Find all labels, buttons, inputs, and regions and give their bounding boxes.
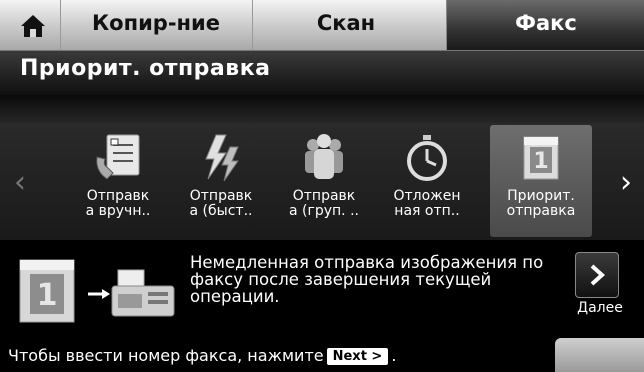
function-item-quick-send[interactable]: Отправк а (быст.. bbox=[170, 125, 272, 237]
top-tab-bar: Копир-ние Скан Факс bbox=[0, 0, 644, 51]
title-shadow-band bbox=[0, 95, 644, 123]
function-item-manual-send[interactable]: Отправк а вручн.. bbox=[67, 125, 169, 237]
group-send-icon bbox=[305, 134, 343, 179]
function-item-group-send[interactable]: Отправк а (груп. .. bbox=[273, 125, 375, 237]
tab-copy[interactable]: Копир-ние bbox=[60, 0, 251, 50]
next-button[interactable] bbox=[575, 252, 619, 298]
page-title: Приорит. отправка bbox=[20, 56, 271, 81]
svg-text:1: 1 bbox=[37, 278, 58, 313]
scroll-right-icon[interactable]: › bbox=[620, 168, 632, 198]
home-button[interactable] bbox=[8, 8, 58, 44]
next-key-badge: Next > bbox=[326, 348, 389, 365]
tab-scan[interactable]: Скан bbox=[252, 0, 439, 50]
function-item-label: Отправк а (быст.. bbox=[189, 188, 253, 219]
hint-text: Чтобы ввести номер факса, нажмите bbox=[8, 346, 324, 365]
function-item-label: Приорит. отправка bbox=[506, 188, 576, 219]
description-text: Немедленная отправка изображения по факс… bbox=[190, 253, 544, 306]
bottom-hint: Чтобы ввести номер факса, нажмите Next >. bbox=[8, 346, 396, 365]
next-button-label: Далее bbox=[577, 300, 623, 316]
chevron-right-icon bbox=[590, 264, 605, 286]
delayed-send-icon bbox=[407, 135, 447, 181]
hint-end: . bbox=[391, 346, 397, 365]
manual-send-icon bbox=[96, 134, 140, 180]
priority-send-icon: 1 bbox=[523, 136, 559, 180]
home-icon bbox=[21, 15, 45, 37]
function-item-label: Отправк а (груп. .. bbox=[289, 188, 359, 219]
tab-fax[interactable]: Факс bbox=[446, 0, 644, 50]
scroll-left-icon[interactable]: ‹ bbox=[14, 168, 26, 198]
corner-button[interactable] bbox=[555, 338, 644, 372]
svg-text:1: 1 bbox=[533, 149, 548, 174]
quick-send-icon bbox=[205, 134, 239, 182]
function-item-label: Отправк а вручн.. bbox=[85, 188, 151, 219]
function-item-priority-send[interactable]: 1 Приорит. отправка bbox=[490, 125, 592, 237]
function-item-label: Отложен ная отп.. bbox=[393, 188, 461, 219]
priority-fax-illustration-icon: 1 bbox=[19, 259, 175, 323]
function-item-delayed-send[interactable]: Отложен ная отп.. bbox=[376, 125, 478, 237]
